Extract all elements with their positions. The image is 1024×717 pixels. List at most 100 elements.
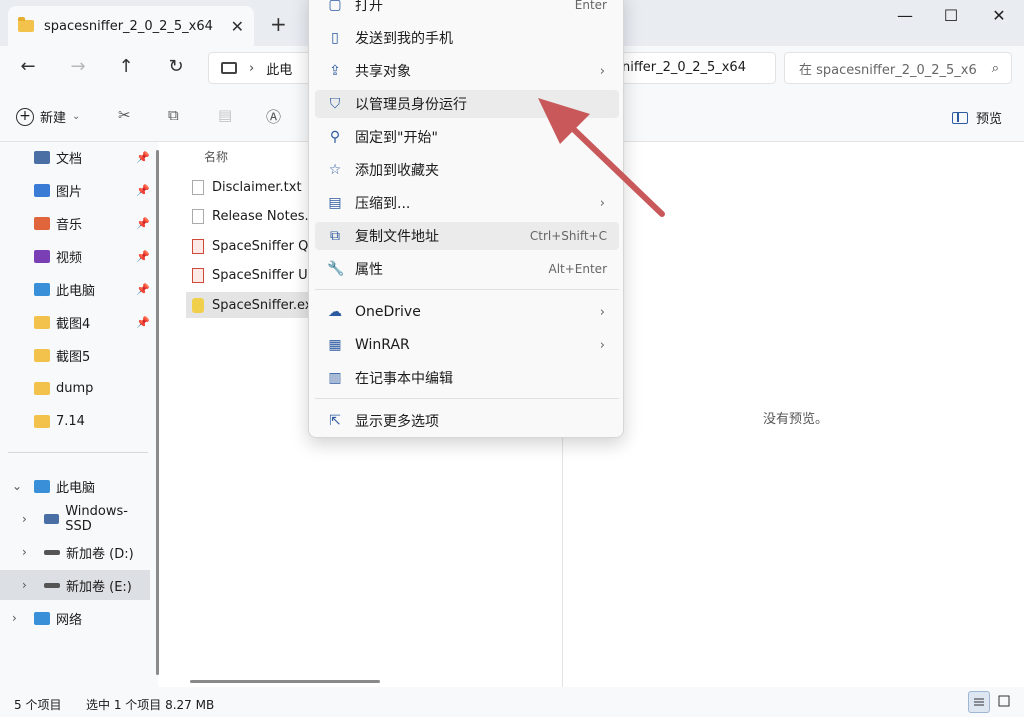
paste-icon[interactable]: ▤ [218,106,232,124]
file-name: Disclaimer.txt [212,179,302,195]
sidebar-divider [8,452,148,453]
pin-icon: 📌 [136,150,150,164]
tiles-view-button[interactable] [994,691,1016,713]
file-name: SpaceSniffer Qui [212,238,321,254]
address-path: niffer_2_0_2_5_x64 [622,60,746,75]
pin-icon: ⚲ [329,129,341,145]
chevron-down-icon: ⌄ [72,111,81,122]
document-icon [34,150,50,164]
network-icon [34,611,50,625]
file-row[interactable]: SpaceSniffer.exe [186,292,326,318]
menu-item-label: 属性 [355,262,383,278]
menu-item-label: 发送到我的手机 [355,31,453,47]
tab-spacesniffer[interactable]: spacesniffer_2_0_2_5_x64 ✕ [8,6,254,46]
column-header-name[interactable]: 名称 [204,148,228,165]
sidebar-item-quick-access[interactable]: 截图5 [0,340,150,370]
details-view-button[interactable] [968,691,990,713]
new-tab-button[interactable]: + [270,12,287,36]
sidebar-item-label: 图片 [56,184,83,200]
sidebar-item-network[interactable]: › 网络 [0,603,150,633]
minimize-button[interactable]: — [890,6,920,25]
sidebar-item-this-pc[interactable]: ⌄ 此电脑 [0,471,150,501]
sidebar-item-quick-access[interactable]: 截图4 📌 [0,307,150,337]
up-button[interactable]: ↑ [114,56,138,77]
drive-icon [44,514,60,524]
chevron-right-icon[interactable]: › [22,512,27,526]
rename-icon[interactable]: Ⓐ [266,106,281,127]
menu-item-open[interactable]: ▢ 打开 Enter [315,0,619,19]
sidebar-item-quick-access[interactable]: 视频 📌 [0,241,150,271]
refresh-button[interactable]: ↻ [164,56,188,77]
close-window-button[interactable]: ✕ [984,6,1014,25]
wrench-icon: 🔧 [327,261,345,277]
copy-icon[interactable]: ⧉ [168,106,179,124]
folder-icon [34,381,50,395]
open-icon: ▢ [328,0,342,13]
phone-icon: ▯ [331,30,339,46]
drive-icon [44,549,60,555]
address-prefix: 此电 [266,62,293,78]
sidebar-item-quick-access[interactable]: 音乐 📌 [0,208,150,238]
menu-item-show-more-options[interactable]: ⇱ 显示更多选项 [315,407,619,435]
navigation-pane: 文档 📌 图片 📌 音乐 📌 视频 📌 此电脑 📌 截图4 📌 截图5 dump 7.14 ⌄ 此电脑 › … [0,142,159,687]
pin-icon: 📌 [136,249,150,263]
menu-item-properties[interactable]: 🔧 属性 Alt+Enter [315,255,619,283]
sidebar-item-drive-d[interactable]: › 新加卷 (D:) [0,537,150,567]
folder-icon [34,414,50,428]
sidebar-item-quick-access[interactable]: 文档 📌 [0,142,150,172]
sidebar-scrollbar[interactable] [156,150,159,675]
arrow-shaft [563,119,665,217]
sidebar-item-label: dump [56,380,94,396]
share-icon: ⇪ [329,63,341,79]
pc-icon [221,62,237,74]
cut-icon[interactable]: ✂ [118,106,131,124]
sidebar-item-windows-ssd[interactable]: › Windows-SSD [0,504,150,534]
menu-item-label: 打开 [355,0,383,14]
sidebar-item-label: 此电脑 [56,283,96,299]
tab-title: spacesniffer_2_0_2_5_x64 [44,18,213,34]
menu-item-onedrive[interactable]: ☁ OneDrive › [315,298,619,326]
menu-item-share[interactable]: ⇪ 共享对象 › [315,57,619,85]
pin-icon: 📌 [136,183,150,197]
pc-icon [34,479,50,493]
folder-icon [34,348,50,362]
sidebar-item-quick-access[interactable]: dump [0,373,150,403]
chevron-right-icon[interactable]: › [12,611,17,625]
back-button[interactable]: ← [16,56,40,77]
chevron-down-icon[interactable]: ⌄ [12,479,22,493]
menu-item-edit-in-notepad[interactable]: ▥ 在记事本中编辑 [315,364,619,392]
preview-pane-icon [952,111,968,124]
folder-icon [18,17,34,32]
tab-close-icon[interactable]: ✕ [231,17,244,36]
forward-button[interactable]: → [66,56,90,77]
sidebar-item-drive-e[interactable]: › 新加卷 (E:) [0,570,150,600]
sidebar-item-quick-access[interactable]: 图片 📌 [0,175,150,205]
chevron-right-icon[interactable]: › [22,578,27,592]
file-name: SpaceSniffer Use [212,268,323,283]
chevron-right-icon[interactable]: › [22,545,27,559]
preview-button[interactable]: 预览 [952,108,1002,127]
exe-file-icon [192,297,204,313]
pictures-icon [34,183,50,197]
new-button[interactable]: + 新建 ⌄ [16,107,80,126]
search-input[interactable]: 在 spacesniffer_2_0_2_5_x6 ⌕ [784,52,1012,84]
details-view-icon [974,698,984,706]
annotation-arrow [538,98,665,217]
pc-icon [34,282,50,296]
horizontal-scrollbar[interactable] [190,680,380,683]
menu-item-label: 复制文件地址 [355,229,439,245]
file-name: Release Notes.tx [212,209,322,224]
menu-item-send-to-phone[interactable]: ▯ 发送到我的手机 [315,24,619,52]
search-icon: ⌕ [991,60,999,76]
sidebar-item-quick-access[interactable]: 7.14 [0,406,150,436]
archive-icon: ▤ [328,195,342,211]
star-icon: ☆ [328,162,342,178]
pin-icon: 📌 [136,315,150,329]
menu-item-label: 共享对象 [355,64,411,80]
sidebar-item-quick-access[interactable]: 此电脑 📌 [0,274,150,304]
menu-item-winrar[interactable]: ▦ WinRAR › [315,331,619,359]
maximize-button[interactable]: ☐ [936,6,966,25]
sidebar-item-label: 网络 [56,612,83,628]
sidebar-item-label: 截图4 [56,316,91,332]
preview-label: 预览 [976,112,1003,127]
